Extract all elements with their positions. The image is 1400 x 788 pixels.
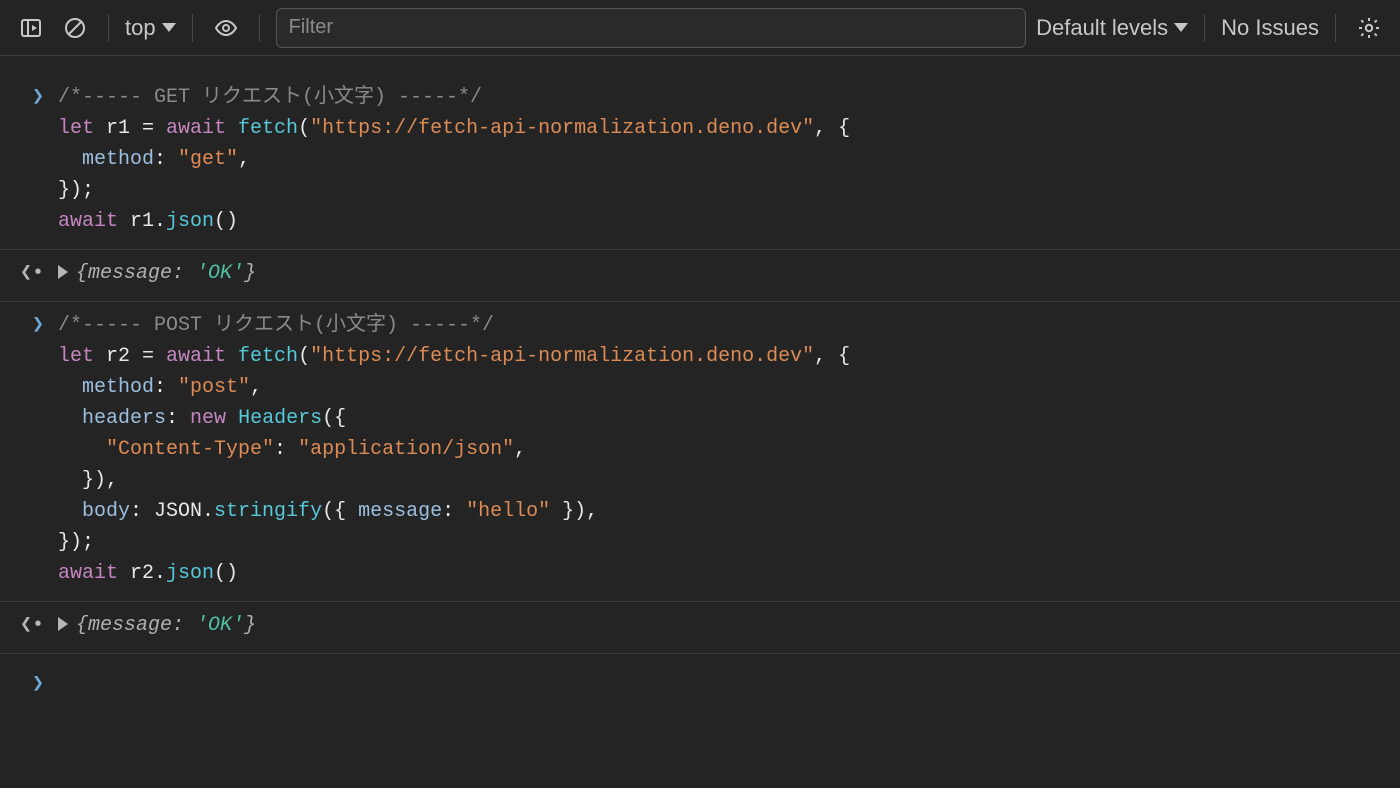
live-expression-icon[interactable]: [209, 11, 243, 45]
log-levels-select[interactable]: Default levels: [1036, 15, 1188, 41]
console-output-row: ❮•{message: 'OK'}: [0, 606, 1400, 654]
divider: [192, 14, 193, 42]
levels-label: Default levels: [1036, 15, 1168, 41]
output-marker-icon: ❮•: [0, 610, 58, 641]
expand-triangle-icon[interactable]: [58, 265, 68, 279]
divider: [1335, 14, 1336, 42]
clear-console-icon[interactable]: [58, 11, 92, 45]
divider: [108, 14, 109, 42]
console-input-row: ❯/*----- POST リクエスト(小文字) -----*/ let r2 …: [0, 306, 1400, 602]
filter-input[interactable]: [276, 8, 1027, 48]
expand-triangle-icon[interactable]: [58, 617, 68, 631]
output-marker-icon: ❮•: [0, 258, 58, 289]
code-block[interactable]: /*----- POST リクエスト(小文字) -----*/ let r2 =…: [58, 310, 1390, 589]
settings-icon[interactable]: [1352, 11, 1386, 45]
input-marker-icon: ❯: [0, 310, 58, 341]
console-prompt-row: ❯: [0, 658, 1400, 696]
input-marker-icon: ❯: [0, 82, 58, 113]
divider: [259, 14, 260, 42]
console-toolbar: top Default levels No Issues: [0, 0, 1400, 56]
console-messages: ❯/*----- GET リクエスト(小文字) -----*/ let r1 =…: [0, 56, 1400, 696]
object-preview[interactable]: {message: 'OK'}: [58, 610, 1390, 641]
console-input-row: ❯/*----- GET リクエスト(小文字) -----*/ let r1 =…: [0, 78, 1400, 250]
context-label: top: [125, 15, 156, 41]
chevron-down-icon: [1174, 23, 1188, 32]
divider: [1204, 14, 1205, 42]
console-prompt-input[interactable]: [58, 672, 1400, 695]
toggle-sidebar-icon[interactable]: [14, 11, 48, 45]
object-preview[interactable]: {message: 'OK'}: [58, 258, 1390, 289]
console-output-row: ❮•{message: 'OK'}: [0, 254, 1400, 302]
execution-context-select[interactable]: top: [125, 15, 176, 41]
code-block[interactable]: /*----- GET リクエスト(小文字) -----*/ let r1 = …: [58, 82, 1390, 237]
chevron-down-icon: [162, 23, 176, 32]
issues-button[interactable]: No Issues: [1221, 15, 1319, 41]
prompt-marker-icon: ❯: [0, 670, 58, 696]
